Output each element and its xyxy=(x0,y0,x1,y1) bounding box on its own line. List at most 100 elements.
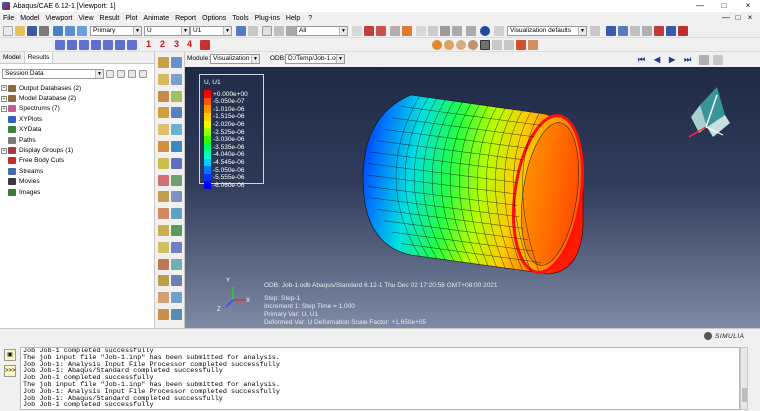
toolbox-tool-icon[interactable] xyxy=(158,73,169,85)
filter-icon[interactable] xyxy=(106,70,114,78)
viewport-sync-icon[interactable] xyxy=(200,40,210,50)
info-icon[interactable] xyxy=(480,26,490,36)
save-icon[interactable] xyxy=(27,26,37,36)
next-frame-icon[interactable]: ▶ xyxy=(669,55,675,64)
grid-icon[interactable] xyxy=(416,26,426,36)
minimize-button[interactable]: — xyxy=(688,0,712,12)
cursor-icon[interactable] xyxy=(480,40,490,50)
toolbox-tool-icon[interactable] xyxy=(171,191,182,203)
module-select[interactable]: Visualization ▼ xyxy=(210,54,260,64)
toolbox-tool-icon[interactable] xyxy=(158,107,169,119)
expand-icon[interactable]: + xyxy=(1,85,7,92)
view-iso-icon[interactable] xyxy=(127,40,137,50)
menu-tools[interactable]: Tools xyxy=(232,15,248,22)
first-frame-icon[interactable]: ⏮ xyxy=(638,55,645,65)
scrollbar-thumb[interactable] xyxy=(742,388,747,402)
toolbox-tool-icon[interactable] xyxy=(171,275,182,287)
tree-item[interactable]: + Display Groups (1) xyxy=(0,145,155,155)
zoom-icon[interactable] xyxy=(642,26,652,36)
menu-options[interactable]: Options xyxy=(202,15,226,22)
view-top-icon[interactable] xyxy=(79,40,89,50)
tree-item[interactable]: + Output Databases (2) xyxy=(0,83,155,93)
toolbox-tool-icon[interactable] xyxy=(158,275,169,287)
menu-result[interactable]: Result xyxy=(100,15,120,22)
plot-contours-icon[interactable] xyxy=(286,26,296,36)
toolbox-tool-icon[interactable] xyxy=(158,157,169,169)
menu-animate[interactable]: Animate xyxy=(143,15,169,22)
last-frame-icon[interactable]: ⏭ xyxy=(684,55,691,65)
tree-settings-icon[interactable] xyxy=(139,70,147,78)
toolbox-tool-icon[interactable] xyxy=(171,124,182,136)
toolbox-tool-icon[interactable] xyxy=(171,157,182,169)
toolbox-tool-icon[interactable] xyxy=(171,292,182,304)
open-folder-icon[interactable] xyxy=(15,26,25,36)
variable-select[interactable]: U ▼ xyxy=(144,26,190,36)
view-right-icon[interactable] xyxy=(115,40,125,50)
frame-selector-icon[interactable] xyxy=(699,55,709,65)
box-zoom-icon[interactable] xyxy=(654,26,664,36)
render-shaded-icon[interactable] xyxy=(432,40,442,50)
viewport-2-button[interactable]: 2 xyxy=(160,39,165,49)
menu-view[interactable]: View xyxy=(78,15,93,22)
message-scrollbar[interactable] xyxy=(740,347,748,410)
cycle-views-icon[interactable] xyxy=(678,26,688,36)
view-front-icon[interactable] xyxy=(55,40,65,50)
odb-select[interactable]: D:/Temp/Job-1.odb ▼ xyxy=(285,54,345,64)
toolbox-tool-icon[interactable] xyxy=(171,258,182,270)
layer-icon[interactable] xyxy=(428,26,438,36)
viewport-3-button[interactable]: 3 xyxy=(174,39,179,49)
view-bottom-icon[interactable] xyxy=(91,40,101,50)
new-file-icon[interactable] xyxy=(3,26,13,36)
toggle-icon[interactable] xyxy=(492,40,502,50)
context-help-icon[interactable]: ? xyxy=(308,15,312,22)
remove-icon[interactable] xyxy=(390,26,400,36)
step-select[interactable]: Primary ▼ xyxy=(90,26,142,36)
toolbox-tool-icon[interactable] xyxy=(171,107,182,119)
message-area-button[interactable]: ▣ xyxy=(4,349,16,361)
component-select[interactable]: U1 ▼ xyxy=(190,26,232,36)
auto-fit-icon[interactable] xyxy=(666,26,676,36)
tree-item[interactable]: Images xyxy=(0,187,155,197)
tree-item[interactable]: Free Body Cuts xyxy=(0,156,155,166)
toolbox-tool-icon[interactable] xyxy=(158,225,169,236)
toolbox-tool-icon[interactable] xyxy=(171,73,182,85)
toolbox-tool-icon[interactable] xyxy=(171,57,182,68)
select-tool-icon[interactable] xyxy=(352,26,362,36)
tree-item[interactable]: Paths xyxy=(0,135,155,145)
toolbox-tool-icon[interactable] xyxy=(158,124,169,136)
close-button[interactable]: × xyxy=(736,0,760,12)
rotate-icon[interactable] xyxy=(618,26,628,36)
toolbox-tool-icon[interactable] xyxy=(158,90,169,102)
expand-icon[interactable]: + xyxy=(1,105,7,112)
menu-report[interactable]: Report xyxy=(175,15,196,22)
toolbox-tool-icon[interactable] xyxy=(158,208,169,220)
magnify-icon[interactable] xyxy=(630,26,640,36)
translucency-icon[interactable] xyxy=(528,40,538,50)
expand-icon[interactable]: + xyxy=(1,147,7,154)
view-cube[interactable] xyxy=(688,87,730,138)
output-database-icon[interactable] xyxy=(53,26,63,36)
settings-icon[interactable] xyxy=(466,26,476,36)
tree-item[interactable]: Movies xyxy=(0,177,155,187)
print-icon[interactable] xyxy=(39,26,49,36)
tools-icon[interactable] xyxy=(452,26,462,36)
menu-help[interactable]: Help xyxy=(286,15,300,22)
graphics-options-icon[interactable] xyxy=(590,26,600,36)
toolbox-tool-icon[interactable] xyxy=(171,141,182,152)
expand-icon[interactable]: + xyxy=(1,95,7,102)
refresh-icon[interactable] xyxy=(236,26,246,36)
viewport-4-button[interactable]: 4 xyxy=(187,39,192,49)
toolbox-tool-icon[interactable] xyxy=(158,309,169,320)
tile-icon[interactable] xyxy=(77,26,87,36)
viewport[interactable]: U, U1 +0.000e+00 -5.050e-07 -1.010e-06 -1.5… xyxy=(185,67,760,328)
mdi-close-button[interactable]: × xyxy=(744,12,756,24)
toolbox-tool-icon[interactable] xyxy=(171,241,182,253)
toolbox-tool-icon[interactable] xyxy=(158,174,169,186)
tree-item[interactable]: XYPlots xyxy=(0,114,155,124)
maximize-button[interactable]: □ xyxy=(712,0,736,12)
table-icon[interactable] xyxy=(440,26,450,36)
lighting-icon[interactable] xyxy=(516,40,526,50)
mdi-minimize-button[interactable]: — xyxy=(720,12,732,24)
menu-plugins[interactable]: Plug-ins xyxy=(255,15,280,22)
tree-item[interactable]: XYData xyxy=(0,125,155,135)
